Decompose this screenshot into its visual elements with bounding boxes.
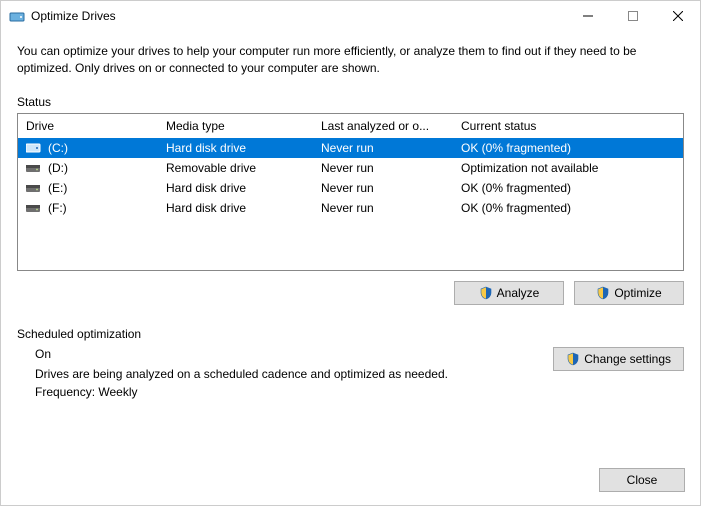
scheduled-frequency: Frequency: Weekly bbox=[35, 385, 543, 399]
current-status: OK (0% fragmented) bbox=[461, 141, 683, 155]
close-label: Close bbox=[627, 473, 658, 487]
minimize-button[interactable] bbox=[565, 1, 610, 31]
scheduled-optimization-label: Scheduled optimization bbox=[17, 327, 684, 341]
current-status: Optimization not available bbox=[461, 161, 683, 175]
maximize-button[interactable] bbox=[610, 1, 655, 31]
app-icon bbox=[9, 8, 25, 24]
current-status: OK (0% fragmented) bbox=[461, 181, 683, 195]
drive-icon bbox=[26, 142, 42, 154]
shield-icon bbox=[596, 286, 610, 300]
table-row[interactable]: (D:) Removable driveNever runOptimization… bbox=[18, 158, 683, 178]
last-analyzed: Never run bbox=[321, 161, 461, 175]
title-bar: Optimize Drives bbox=[1, 1, 700, 31]
close-button[interactable]: Close bbox=[599, 468, 685, 492]
analyze-button[interactable]: Analyze bbox=[454, 281, 564, 305]
drive-name: (E:) bbox=[48, 181, 67, 195]
shield-icon bbox=[479, 286, 493, 300]
drive-icon bbox=[26, 182, 42, 194]
status-label: Status bbox=[17, 95, 684, 109]
header-media-type[interactable]: Media type bbox=[166, 119, 321, 133]
media-type: Hard disk drive bbox=[166, 181, 321, 195]
optimize-label: Optimize bbox=[614, 286, 661, 300]
drive-name: (F:) bbox=[48, 201, 67, 215]
last-analyzed: Never run bbox=[321, 141, 461, 155]
media-type: Hard disk drive bbox=[166, 201, 321, 215]
header-last-analyzed[interactable]: Last analyzed or o... bbox=[321, 119, 461, 133]
media-type: Removable drive bbox=[166, 161, 321, 175]
change-settings-label: Change settings bbox=[584, 352, 671, 366]
media-type: Hard disk drive bbox=[166, 141, 321, 155]
close-window-button[interactable] bbox=[655, 1, 700, 31]
scheduled-description: Drives are being analyzed on a scheduled… bbox=[35, 367, 543, 381]
table-row[interactable]: (F:) Hard disk driveNever runOK (0% fragm… bbox=[18, 198, 683, 218]
table-header: Drive Media type Last analyzed or o... C… bbox=[18, 114, 683, 138]
scheduled-state: On bbox=[35, 347, 543, 361]
last-analyzed: Never run bbox=[321, 201, 461, 215]
table-row[interactable]: (C:) Hard disk driveNever runOK (0% fragm… bbox=[18, 138, 683, 158]
optimize-button[interactable]: Optimize bbox=[574, 281, 684, 305]
drive-name: (D:) bbox=[48, 161, 68, 175]
header-current-status[interactable]: Current status bbox=[461, 119, 683, 133]
change-settings-button[interactable]: Change settings bbox=[553, 347, 684, 371]
header-drive[interactable]: Drive bbox=[26, 119, 166, 133]
drive-table: Drive Media type Last analyzed or o... C… bbox=[17, 113, 684, 271]
current-status: OK (0% fragmented) bbox=[461, 201, 683, 215]
last-analyzed: Never run bbox=[321, 181, 461, 195]
drive-icon bbox=[26, 202, 42, 214]
description-text: You can optimize your drives to help you… bbox=[17, 43, 684, 77]
window-title: Optimize Drives bbox=[31, 9, 116, 23]
shield-icon bbox=[566, 352, 580, 366]
table-row[interactable]: (E:) Hard disk driveNever runOK (0% fragm… bbox=[18, 178, 683, 198]
drive-icon bbox=[26, 162, 42, 174]
analyze-label: Analyze bbox=[497, 286, 540, 300]
drive-name: (C:) bbox=[48, 141, 68, 155]
